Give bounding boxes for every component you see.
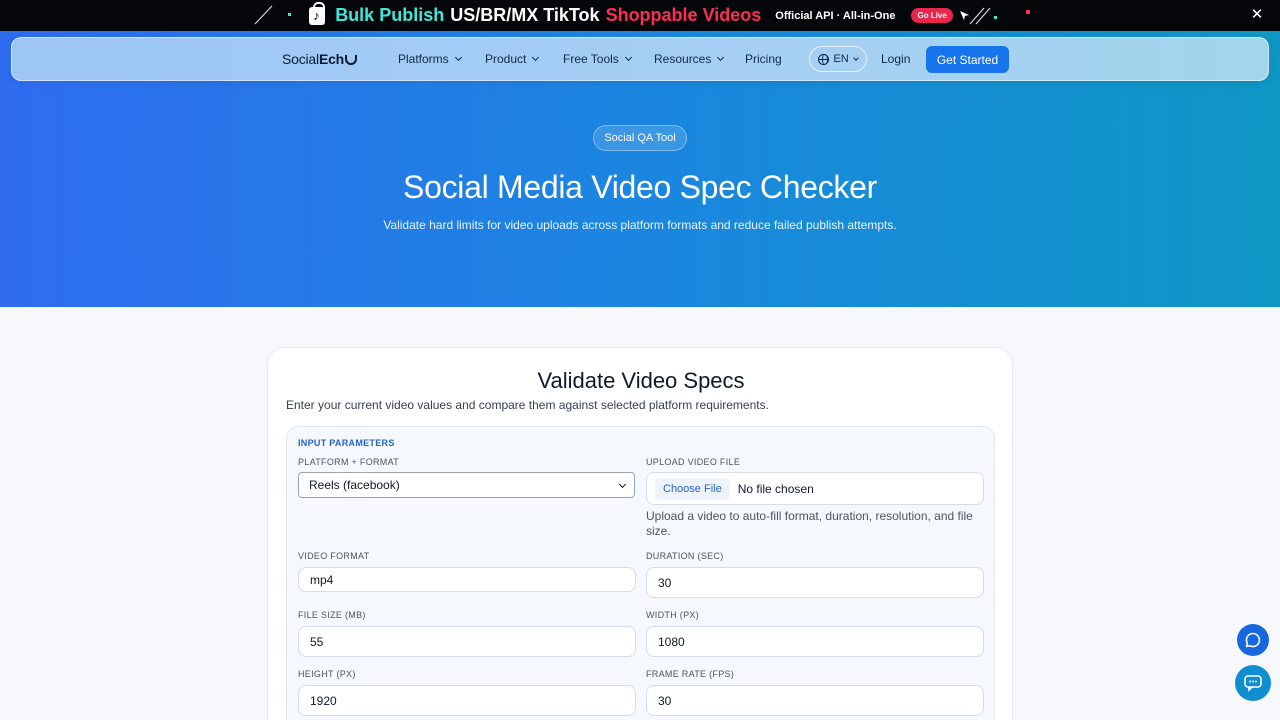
platform-value: Reels (facebook) bbox=[309, 478, 400, 492]
nav-product[interactable]: Product bbox=[485, 52, 540, 66]
logo-text-social: Social bbox=[282, 51, 319, 67]
logo-text-echo: Ech bbox=[318, 51, 345, 67]
format-label: VIDEO FORMAT bbox=[298, 551, 370, 561]
chevron-down-icon bbox=[454, 53, 462, 62]
navbar: SocialEch Platforms Product Free Tools R… bbox=[11, 37, 1269, 81]
page-subtitle: Validate hard limits for video uploads a… bbox=[383, 218, 897, 232]
chevron-down-icon bbox=[624, 53, 632, 62]
promo-banner[interactable]: Bulk Publish US/BR/MX TikTok Shoppable V… bbox=[0, 0, 1280, 31]
nav-free-tools[interactable]: Free Tools bbox=[563, 52, 632, 66]
language-label: EN bbox=[833, 53, 849, 65]
login-link[interactable]: Login bbox=[881, 52, 910, 66]
panel-title: INPUT PARAMETERS bbox=[298, 438, 395, 448]
card-description: Enter your current video values and comp… bbox=[286, 398, 769, 412]
nav-platforms-label: Platforms bbox=[398, 52, 449, 66]
shopping-bag-icon bbox=[309, 1, 326, 25]
height-input[interactable]: 1920 bbox=[298, 685, 636, 716]
go-live-badge[interactable]: Go Live bbox=[911, 8, 953, 23]
upload-file-input[interactable]: Choose File No file chosen bbox=[646, 472, 984, 505]
close-icon[interactable]: ✕ bbox=[1248, 6, 1266, 24]
promo-shoppable: Shoppable Videos bbox=[605, 5, 762, 25]
nav-pricing-label: Pricing bbox=[745, 52, 782, 66]
logo-wave-icon bbox=[345, 55, 358, 65]
message-button[interactable] bbox=[1235, 665, 1271, 701]
platform-label: PLATFORM + FORMAT bbox=[298, 457, 400, 467]
message-icon bbox=[1244, 675, 1262, 692]
platform-select[interactable]: Reels (facebook) bbox=[298, 472, 635, 498]
upload-status: No file chosen bbox=[737, 481, 814, 496]
upload-label: UPLOAD VIDEO FILE bbox=[646, 457, 741, 467]
validate-card: Validate Video Specs Enter your current … bbox=[267, 347, 1013, 720]
chat-bubble-button[interactable] bbox=[1237, 624, 1269, 656]
chevron-down-icon bbox=[852, 54, 859, 61]
globe-icon bbox=[818, 53, 830, 65]
choose-file-button[interactable]: Choose File bbox=[655, 477, 730, 500]
nav-platforms[interactable]: Platforms bbox=[398, 52, 462, 66]
logo[interactable]: SocialEch bbox=[282, 51, 358, 67]
language-selector[interactable]: EN bbox=[809, 46, 867, 72]
chevron-down-icon bbox=[618, 480, 627, 489]
page-title: Social Media Video Spec Checker bbox=[403, 169, 877, 205]
height-label: HEIGHT (PX) bbox=[298, 669, 356, 679]
width-input[interactable]: 1080 bbox=[646, 626, 984, 657]
decorative-lines-icon bbox=[969, 7, 1030, 25]
hero-section: SocialEch Platforms Product Free Tools R… bbox=[0, 31, 1280, 307]
nav-free-tools-label: Free Tools bbox=[563, 52, 619, 66]
get-started-button[interactable]: Get Started bbox=[926, 46, 1009, 73]
fps-input[interactable]: 30 bbox=[646, 685, 984, 716]
filesize-input[interactable]: 55 bbox=[298, 626, 636, 657]
chevron-down-icon bbox=[532, 53, 540, 62]
promo-api: Official API · All-in-One bbox=[775, 9, 896, 22]
nav-pricing[interactable]: Pricing bbox=[745, 52, 782, 66]
decorative-line-icon bbox=[254, 5, 273, 25]
chat-bubble-icon bbox=[1245, 632, 1261, 648]
promo-bulk-publish: Bulk Publish bbox=[335, 5, 445, 25]
width-label: WIDTH (PX) bbox=[646, 610, 699, 620]
card-title: Validate Video Specs bbox=[537, 368, 745, 393]
promo-regions: US/BR/MX TikTok bbox=[450, 5, 600, 25]
format-input[interactable]: mp4 bbox=[298, 567, 636, 592]
chevron-down-icon bbox=[717, 53, 725, 62]
filesize-label: FILE SIZE (MB) bbox=[298, 610, 366, 620]
tool-badge: Social QA Tool bbox=[593, 125, 687, 151]
fps-label: FRAME RATE (FPS) bbox=[646, 669, 735, 679]
nav-product-label: Product bbox=[485, 52, 527, 66]
input-panel: INPUT PARAMETERS PLATFORM + FORMAT Reels… bbox=[286, 426, 995, 720]
duration-label: DURATION (SEC) bbox=[646, 551, 724, 561]
nav-resources-label: Resources bbox=[654, 52, 712, 66]
duration-input[interactable]: 30 bbox=[646, 567, 984, 598]
nav-resources[interactable]: Resources bbox=[654, 52, 725, 66]
upload-help: Upload a video to auto-fill format, dura… bbox=[646, 509, 973, 538]
